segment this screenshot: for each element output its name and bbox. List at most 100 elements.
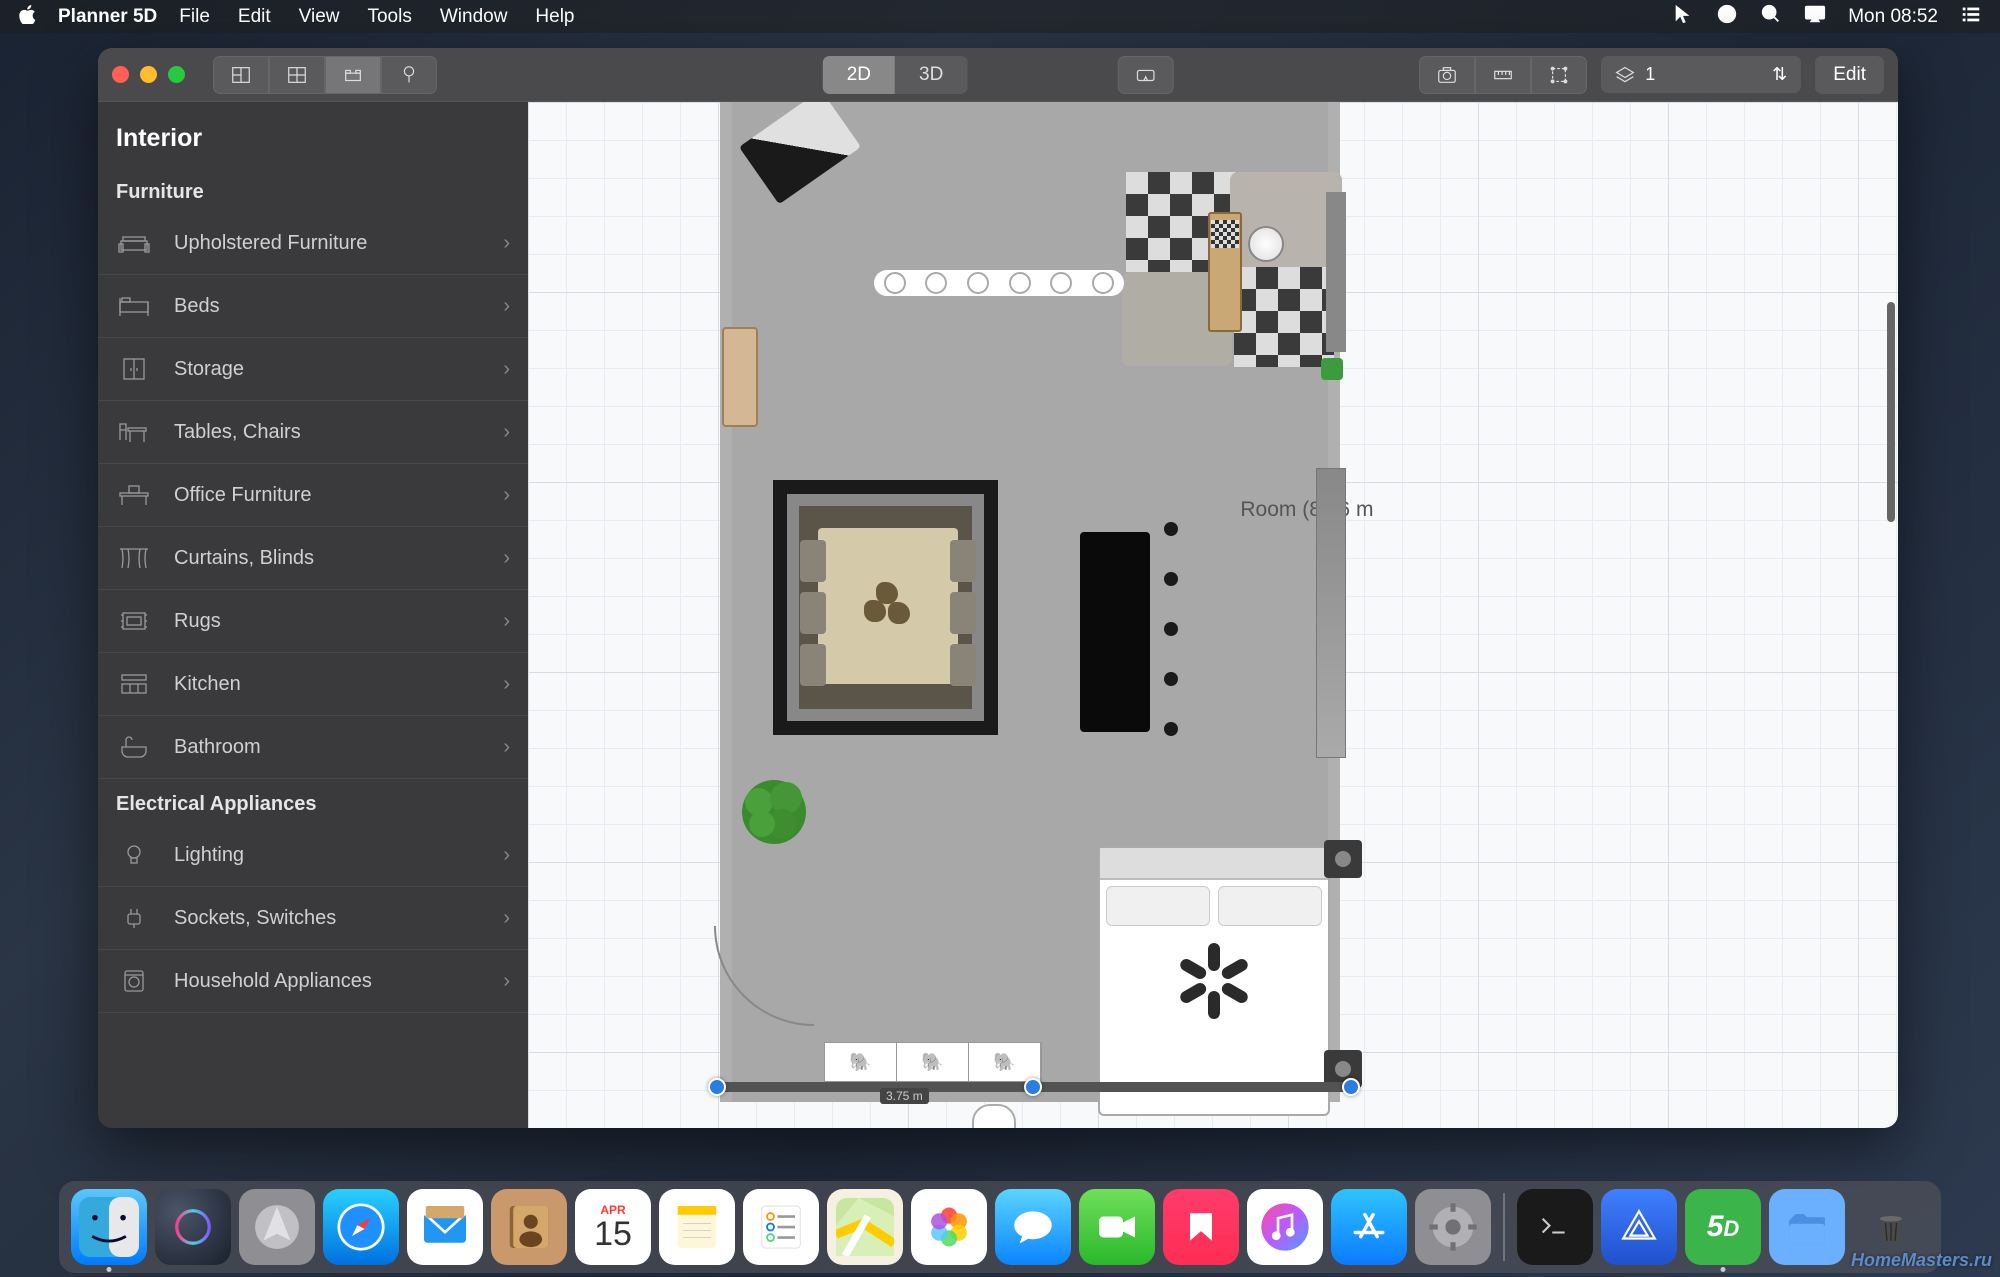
furniture-chair[interactable]	[950, 540, 976, 582]
menu-view[interactable]: View	[299, 6, 340, 28]
furniture-chair[interactable]	[800, 644, 826, 686]
menu-list-icon[interactable]	[1960, 3, 1982, 31]
furniture-pendant-lights[interactable]	[874, 270, 1124, 296]
dock-reminders[interactable]	[743, 1189, 819, 1265]
canvas-scrollbar[interactable]	[1887, 302, 1895, 522]
dock-facetime[interactable]	[1079, 1189, 1155, 1265]
exterior-tool-icon[interactable]	[381, 56, 437, 94]
sidebar-item-upholstered[interactable]: Upholstered Furniture›	[98, 212, 528, 275]
kitchen-icon	[116, 669, 152, 699]
rooms-tool-icon[interactable]	[269, 56, 325, 94]
interior-tool-icon[interactable]	[325, 56, 381, 94]
dock-mail[interactable]	[407, 1189, 483, 1265]
furniture-chair[interactable]	[800, 592, 826, 634]
menu-edit[interactable]: Edit	[238, 6, 271, 28]
furniture-chair[interactable]	[950, 592, 976, 634]
close-button[interactable]	[112, 66, 129, 83]
washer-icon	[116, 966, 152, 996]
floorplan-tool-icon[interactable]	[213, 56, 269, 94]
sidebar-item-rugs[interactable]: Rugs›	[98, 590, 528, 653]
sidebar-section-electrical: Electrical Appliances	[98, 779, 528, 824]
view-2d-button[interactable]: 2D	[823, 56, 895, 94]
cursor-icon[interactable]	[1672, 3, 1694, 31]
furniture-toilet[interactable]	[972, 1104, 1016, 1128]
apple-menu-icon[interactable]	[18, 4, 38, 30]
dock-messages[interactable]	[995, 1189, 1071, 1265]
dock-planner5d[interactable]: 5D	[1685, 1189, 1761, 1265]
maximize-button[interactable]	[168, 66, 185, 83]
furniture-stool[interactable]	[1164, 722, 1178, 736]
spotlight-icon[interactable]	[1760, 3, 1782, 31]
furniture-stool[interactable]	[1164, 622, 1178, 636]
dock-siri[interactable]	[155, 1189, 231, 1265]
dock-itunes[interactable]	[1247, 1189, 1323, 1265]
furniture-bed[interactable]	[1098, 846, 1330, 1116]
dock-maps[interactable]	[827, 1189, 903, 1265]
sidebar[interactable]: Interior Furniture Upholstered Furniture…	[98, 102, 528, 1128]
furniture-chair[interactable]	[950, 644, 976, 686]
view-3d-button[interactable]: 3D	[895, 56, 967, 94]
menu-help[interactable]: Help	[535, 6, 574, 28]
vr-view-icon[interactable]	[1117, 56, 1173, 94]
sidebar-item-office[interactable]: Office Furniture›	[98, 464, 528, 527]
dock-contacts[interactable]	[491, 1189, 567, 1265]
furniture-plant[interactable]	[734, 772, 814, 852]
dock-photos[interactable]	[911, 1189, 987, 1265]
wardrobe-icon	[116, 354, 152, 384]
furniture-kitchen-island[interactable]	[1080, 532, 1150, 732]
sidebar-item-sockets[interactable]: Sockets, Switches›	[98, 887, 528, 950]
furniture-stool[interactable]	[1164, 522, 1178, 536]
furniture-dining-table[interactable]	[818, 528, 958, 684]
furniture-chessboard[interactable]	[1211, 220, 1239, 248]
ruler-icon[interactable]	[1475, 56, 1531, 94]
floorplan-canvas[interactable]: Room (81.6 m	[528, 102, 1898, 1128]
furniture-nightstand[interactable]	[1324, 840, 1362, 878]
dock-terminal[interactable]	[1517, 1189, 1593, 1265]
sidebar-item-beds[interactable]: Beds›	[98, 275, 528, 338]
dock-affinity[interactable]	[1601, 1189, 1677, 1265]
dock-safari[interactable]	[323, 1189, 399, 1265]
furniture-console[interactable]: 🐘🐘🐘	[824, 1042, 1042, 1082]
furniture-plant-small[interactable]	[1321, 358, 1343, 380]
plug-icon	[116, 903, 152, 933]
edit-button[interactable]: Edit	[1815, 56, 1884, 94]
wall-handle[interactable]	[708, 1078, 726, 1096]
screenshot-icon[interactable]	[1419, 56, 1475, 94]
menu-window[interactable]: Window	[440, 6, 508, 28]
furniture-chair[interactable]	[800, 540, 826, 582]
sidebar-item-appliances[interactable]: Household Appliances›	[98, 950, 528, 1013]
dock-downloads[interactable]	[1769, 1189, 1845, 1265]
furniture-kitchen-counter[interactable]	[1316, 468, 1346, 758]
dock-appstore[interactable]	[1331, 1189, 1407, 1265]
sidebar-item-curtains[interactable]: Curtains, Blinds›	[98, 527, 528, 590]
menubar-clock[interactable]: Mon 08:52	[1848, 6, 1938, 28]
sidebar-item-bathroom[interactable]: Bathroom›	[98, 716, 528, 779]
wall-handle[interactable]	[1342, 1078, 1360, 1096]
sidebar-item-storage[interactable]: Storage›	[98, 338, 528, 401]
dock-finder[interactable]	[71, 1189, 147, 1265]
sidebar-item-kitchen[interactable]: Kitchen›	[98, 653, 528, 716]
power-icon[interactable]	[1716, 3, 1738, 31]
furniture-floor-lamp[interactable]	[1248, 226, 1284, 262]
snap-icon[interactable]	[1531, 56, 1587, 94]
layer-selector[interactable]: 1 ⇅	[1601, 56, 1801, 93]
furniture-side-cabinet[interactable]	[722, 327, 758, 427]
furniture-stool[interactable]	[1164, 672, 1178, 686]
minimize-button[interactable]	[140, 66, 157, 83]
dock-preferences[interactable]	[1415, 1189, 1491, 1265]
dock-news[interactable]	[1163, 1189, 1239, 1265]
sofa-icon	[116, 228, 152, 258]
menu-tools[interactable]: Tools	[367, 6, 411, 28]
sidebar-item-lighting[interactable]: Lighting›	[98, 824, 528, 887]
dock-calendar[interactable]: APR15	[575, 1189, 651, 1265]
app-name[interactable]: Planner 5D	[58, 6, 157, 28]
wall-handle[interactable]	[1024, 1078, 1042, 1096]
sidebar-item-tables[interactable]: Tables, Chairs›	[98, 401, 528, 464]
dock-launchpad[interactable]	[239, 1189, 315, 1265]
menu-file[interactable]: File	[179, 6, 210, 28]
furniture-bookshelf[interactable]	[1326, 192, 1346, 352]
furniture-stool[interactable]	[1164, 572, 1178, 586]
screen-mirror-icon[interactable]	[1804, 3, 1826, 31]
dock-notes[interactable]	[659, 1189, 735, 1265]
furniture-checkered-rug-2[interactable]	[1234, 267, 1334, 367]
